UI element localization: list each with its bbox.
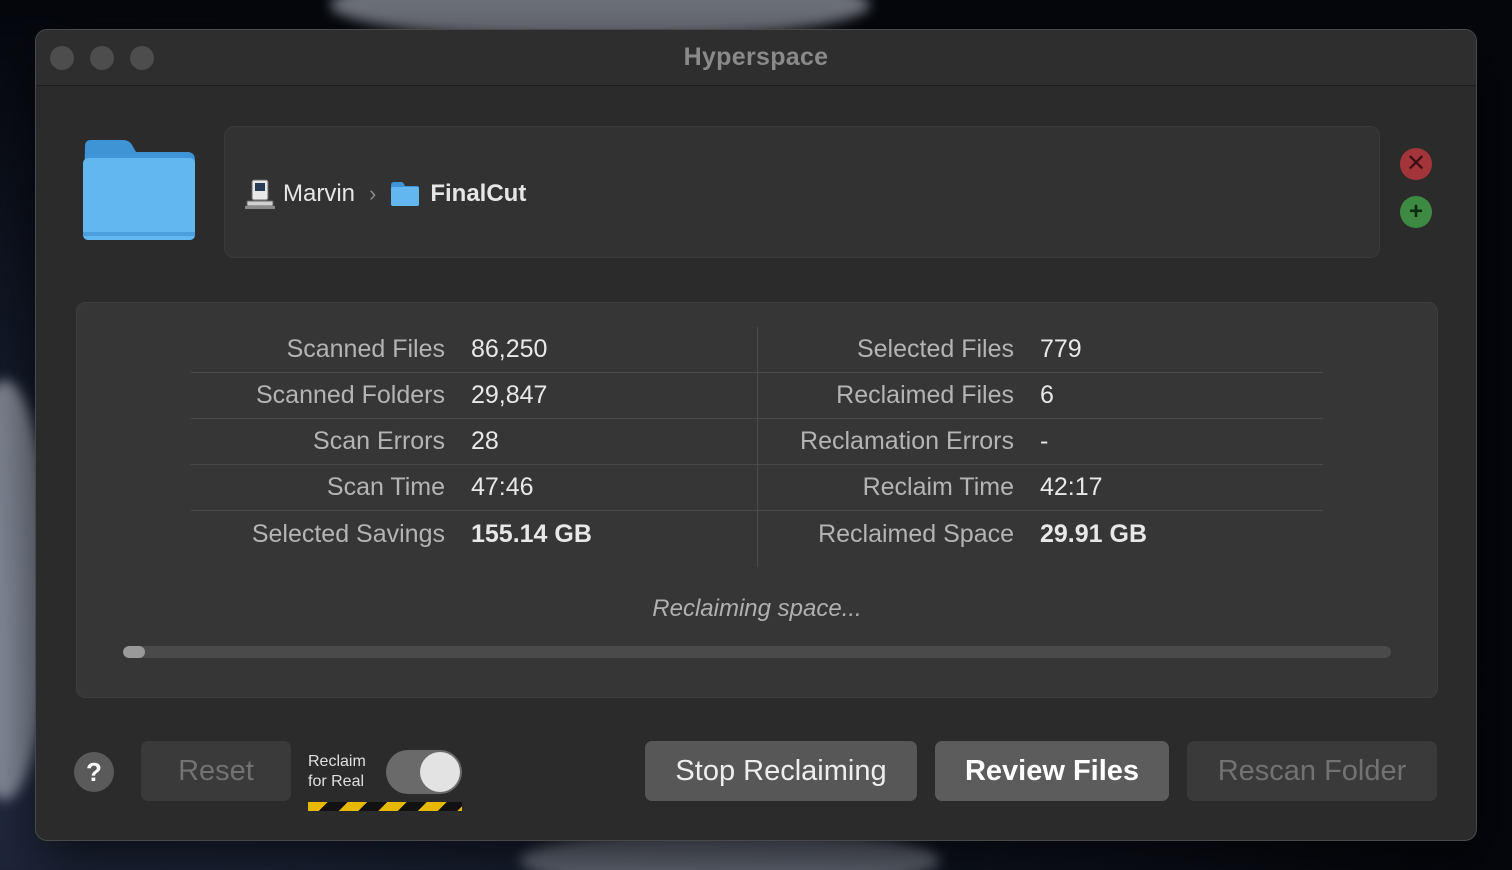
reclaim-for-real-label: Reclaim for Real xyxy=(308,752,374,792)
progress-fill xyxy=(123,646,145,658)
stat-label: Scan Time xyxy=(326,473,445,501)
stat-label: Reclaim Time xyxy=(862,473,1014,501)
stat-row: Scanned Folders 29,847 xyxy=(191,373,757,419)
title-bar: Hyperspace xyxy=(36,30,1476,86)
stat-row: Reclaim Time 42:17 xyxy=(758,465,1323,511)
folder-icon[interactable] xyxy=(79,138,199,242)
breadcrumb-item-finalcut[interactable]: FinalCut xyxy=(430,180,526,208)
add-folder-button[interactable]: + xyxy=(1400,196,1432,228)
reclaim-stats: Selected Files 779 Reclaimed Files 6 Rec… xyxy=(757,327,1323,567)
stat-value: - xyxy=(1040,427,1049,455)
path-control[interactable]: Marvin › FinalCut xyxy=(224,126,1380,258)
stat-label: Reclaimed Space xyxy=(818,519,1014,548)
stat-value: 29.91 GB xyxy=(1040,519,1148,548)
stat-row: Selected Savings 155.14 GB xyxy=(191,511,757,557)
remove-folder-button[interactable]: ✕ xyxy=(1400,148,1432,180)
stat-label: Selected Files xyxy=(856,335,1014,363)
stat-row: Scanned Files 86,250 xyxy=(191,327,757,373)
stat-row: Reclaimed Files 6 xyxy=(758,373,1323,419)
plus-icon: + xyxy=(1408,198,1423,225)
reset-button[interactable]: Reset xyxy=(140,740,292,802)
close-icon: ✕ xyxy=(1405,150,1427,177)
progress-bar xyxy=(123,646,1391,658)
stat-value: 779 xyxy=(1040,335,1082,363)
window-title: Hyperspace xyxy=(683,43,829,71)
computer-icon xyxy=(245,179,275,209)
stat-label: Scanned Files xyxy=(286,335,445,363)
app-window: Hyperspace Marvin › FinalCut ✕ + Scanned… xyxy=(35,29,1477,841)
stat-label: Selected Savings xyxy=(251,519,445,548)
stat-value: 29,847 xyxy=(471,381,548,409)
stat-row: Reclaimed Space 29.91 GB xyxy=(758,511,1323,557)
stat-value: 6 xyxy=(1040,381,1054,409)
stat-value: 47:46 xyxy=(471,473,534,501)
rescan-folder-button[interactable]: Rescan Folder xyxy=(1186,740,1438,802)
hazard-stripe xyxy=(308,802,462,811)
scan-stats: Scanned Files 86,250 Scanned Folders 29,… xyxy=(191,327,757,557)
stop-reclaiming-button[interactable]: Stop Reclaiming xyxy=(644,740,918,802)
stat-value: 28 xyxy=(471,427,499,455)
stat-row: Scan Time 47:46 xyxy=(191,465,757,511)
stats-panel: Scanned Files 86,250 Scanned Folders 29,… xyxy=(76,302,1438,698)
stat-label: Scan Errors xyxy=(313,427,445,455)
chevron-right-icon: › xyxy=(369,181,377,206)
stat-row: Selected Files 779 xyxy=(758,327,1323,373)
help-button[interactable]: ? xyxy=(74,752,114,792)
stat-label: Scanned Folders xyxy=(255,381,445,409)
stat-label: Reclaimed Files xyxy=(836,381,1014,409)
review-files-button[interactable]: Review Files xyxy=(934,740,1170,802)
stat-value: 86,250 xyxy=(471,335,548,363)
stat-label: Reclamation Errors xyxy=(800,427,1014,455)
reclaim-for-real-toggle[interactable] xyxy=(386,750,462,794)
breadcrumb: Marvin › FinalCut xyxy=(243,177,526,211)
stat-value: 42:17 xyxy=(1040,473,1103,501)
reclaim-for-real-text: Reclaim for Real xyxy=(308,753,366,790)
stat-value: 155.14 GB xyxy=(471,519,592,548)
breadcrumb-item-marvin[interactable]: Marvin xyxy=(283,180,355,208)
status-text: Reclaiming space... xyxy=(652,595,862,622)
folder-icon xyxy=(391,182,420,206)
stat-row: Scan Errors 28 xyxy=(191,419,757,465)
stat-row: Reclamation Errors - xyxy=(758,419,1323,465)
toggle-knob xyxy=(420,752,460,792)
